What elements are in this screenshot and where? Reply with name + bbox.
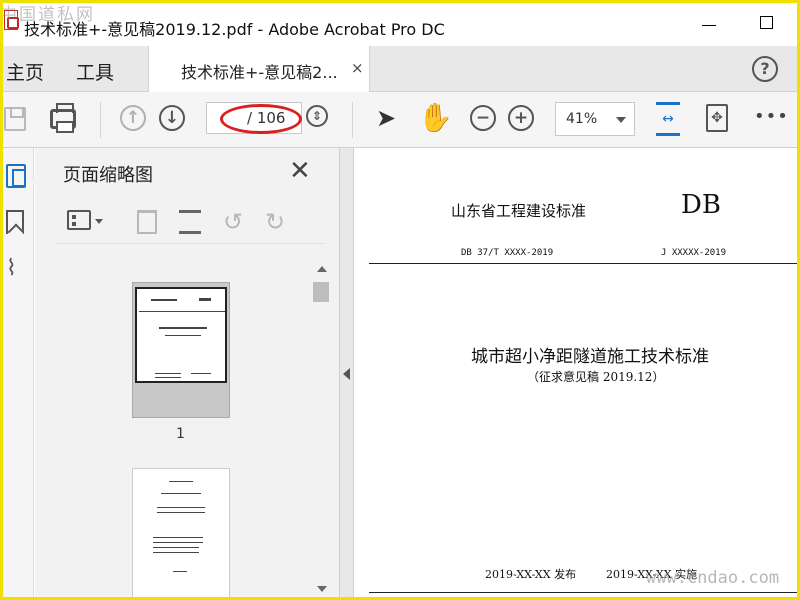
panel-scrollbar[interactable] (311, 260, 331, 600)
tab-document-label: 技术标准+-意见稿2... (181, 63, 338, 82)
tab-home[interactable]: 主页 (6, 58, 44, 85)
chevron-down-icon[interactable] (95, 219, 103, 224)
panel-toolbar: ↺ ↻ (55, 200, 325, 244)
zoom-in-icon[interactable]: + (508, 105, 534, 131)
attachment-icon[interactable]: ⌇ (6, 256, 17, 281)
zoom-dropdown[interactable]: 41% (555, 102, 635, 136)
chevron-down-icon (616, 117, 626, 123)
maximize-button[interactable] (754, 10, 778, 34)
panel-collapse-handle[interactable] (339, 148, 354, 600)
page-total: / 106 (247, 109, 286, 127)
page-thumbnail-2[interactable] (132, 468, 230, 600)
more-icon[interactable]: ••• (754, 106, 789, 127)
watermark-bottom: www.cndao.com (646, 568, 780, 588)
page-number-input[interactable] (207, 103, 245, 133)
doc-rule-bottom (369, 592, 800, 593)
window-title: 技术标准+-意见稿2019.12.pdf - Adobe Acrobat Pro… (24, 20, 445, 39)
fit-page-icon[interactable]: ✥ (706, 104, 728, 132)
close-panel-icon[interactable]: ✕ (289, 156, 311, 186)
prev-page-icon[interactable]: ↑ (120, 105, 146, 131)
zoom-out-icon[interactable]: − (470, 105, 496, 131)
thumbnail-page-image (135, 287, 227, 383)
minimize-button[interactable] (698, 10, 722, 34)
doc-subtitle: （征求意见稿 2019.12） (527, 370, 665, 384)
collapse-arrow-icon (343, 368, 350, 380)
thumbnail-page-number: 1 (176, 426, 185, 442)
scroll-up-icon[interactable] (317, 266, 327, 272)
fit-width-icon[interactable]: ↔ (656, 102, 680, 136)
page-thumbnail-1[interactable] (132, 282, 230, 418)
close-tab-icon[interactable]: × (351, 59, 364, 77)
rotate-left-icon[interactable]: ↺ (223, 208, 243, 236)
extract-icon[interactable] (179, 210, 201, 234)
hand-tool-icon[interactable]: ✋ (418, 101, 453, 134)
doc-publish-date: 2019-XX-XX 发布 (485, 568, 577, 581)
page-number-field[interactable]: / 106 (206, 102, 302, 134)
bookmark-icon[interactable] (6, 210, 24, 234)
doc-title: 城市超小净距隧道施工技术标准 (471, 347, 709, 367)
rotate-right-icon[interactable]: ↻ (265, 208, 285, 236)
doc-rule-top (369, 263, 800, 264)
save-icon[interactable] (4, 107, 26, 131)
tab-document[interactable]: 技术标准+-意见稿2... × (148, 46, 370, 93)
next-page-icon[interactable]: ↓ (159, 105, 185, 131)
main-toolbar: ↑ ↓ / 106 ⇕ ➤ ✋ − + 41% ↔ ✥ ••• (0, 92, 800, 148)
panel-pointer (31, 174, 39, 190)
pages-icon[interactable] (6, 164, 26, 188)
doc-record-number: J XXXXX-2019 (661, 248, 727, 258)
doc-org: 山东省工程建设标准 (451, 202, 587, 220)
tab-tools[interactable]: 工具 (76, 58, 114, 85)
thumbnails-panel: 页面缩略图 ✕ ↺ ↻ 1 (35, 148, 339, 600)
page-nav-icon[interactable]: ⇕ (306, 105, 328, 127)
trash-icon[interactable] (137, 210, 157, 234)
doc-code-mark: DB (681, 190, 721, 220)
toolbar-separator (352, 102, 353, 138)
tab-bar: 主页 工具 技术标准+-意见稿2... × ? (0, 46, 800, 93)
panel-title: 页面缩略图 (63, 165, 153, 186)
select-cursor-icon[interactable]: ➤ (376, 104, 396, 132)
toolbar-separator (100, 102, 101, 138)
doc-standard-number: DB 37/T XXXX-2019 (461, 248, 554, 258)
document-page: 山东省工程建设标准 DB DB 37/T XXXX-2019 J XXXXX-2… (355, 148, 800, 600)
help-icon[interactable]: ? (752, 56, 778, 82)
scroll-thumb[interactable] (313, 282, 329, 302)
scroll-down-icon[interactable] (317, 586, 327, 592)
title-bar: 中国道私网 技术标准+-意见稿2019.12.pdf - Adobe Acrob… (0, 0, 800, 46)
left-rail: ⌇ (0, 148, 34, 600)
print-icon[interactable] (50, 103, 76, 133)
zoom-value: 41% (566, 111, 598, 127)
options-icon[interactable] (67, 210, 91, 230)
